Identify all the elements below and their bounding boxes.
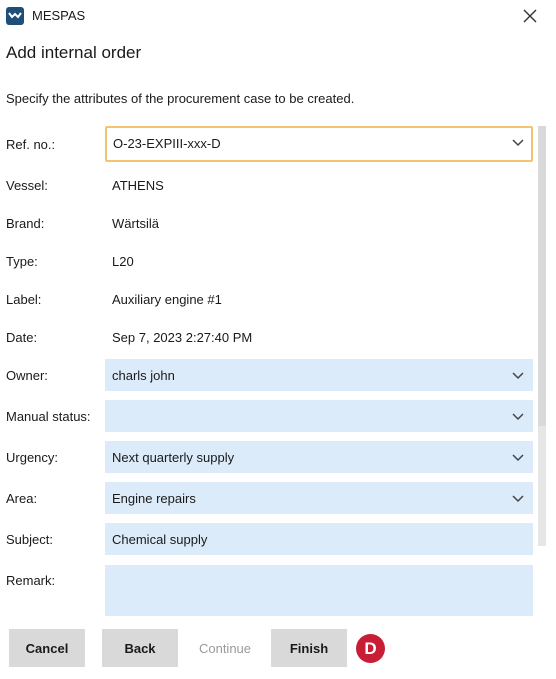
app-name: MESPAS xyxy=(32,8,86,23)
annotation-badge: D xyxy=(356,634,385,663)
ref-no-dropdown[interactable]: O-23-EXPIII-xxx-D xyxy=(105,126,533,162)
back-button[interactable]: Back xyxy=(102,629,178,667)
subject-value: Chemical supply xyxy=(112,532,208,547)
date-row: Date: Sep 7, 2023 2:27:40 PM xyxy=(0,330,536,350)
brand-value: Wärtsilä xyxy=(112,216,159,231)
date-value: Sep 7, 2023 2:27:40 PM xyxy=(112,330,253,345)
close-button[interactable] xyxy=(518,4,542,28)
brand-row: Brand: Wärtsilä xyxy=(0,216,536,236)
vessel-row: Vessel: ATHENS xyxy=(0,178,536,198)
subject-input[interactable]: Chemical supply xyxy=(105,523,533,555)
close-icon xyxy=(523,9,537,23)
manual-status-row: Manual status: xyxy=(0,400,536,432)
scrollbar-thumb[interactable] xyxy=(538,126,546,426)
date-label: Date: xyxy=(6,330,38,345)
label-value: Auxiliary engine #1 xyxy=(112,292,222,307)
urgency-value: Next quarterly supply xyxy=(112,450,235,465)
chevron-down-icon xyxy=(512,372,524,380)
label-row: Label: Auxiliary engine #1 xyxy=(0,292,536,312)
subject-label: Subject: xyxy=(6,532,53,547)
remark-textarea[interactable] xyxy=(105,565,533,616)
remark-row: Remark: xyxy=(0,565,536,617)
urgency-row: Urgency: Next quarterly supply xyxy=(0,441,536,473)
dialog-title: Add internal order xyxy=(6,43,142,62)
area-dropdown[interactable]: Engine repairs xyxy=(105,482,533,514)
manual-status-label: Manual status: xyxy=(6,409,91,424)
chevron-down-icon xyxy=(512,454,524,462)
urgency-dropdown[interactable]: Next quarterly supply xyxy=(105,441,533,473)
chevron-down-icon xyxy=(512,495,524,503)
label-label: Label: xyxy=(6,292,42,307)
subject-row: Subject: Chemical supply xyxy=(0,523,536,555)
cancel-button[interactable]: Cancel xyxy=(9,629,85,667)
vessel-label: Vessel: xyxy=(6,178,48,193)
form-scrollbar[interactable] xyxy=(538,126,546,546)
owner-dropdown[interactable]: charls john xyxy=(105,359,533,391)
ref-no-value: O-23-EXPIII-xxx-D xyxy=(113,136,221,151)
brand-label: Brand: xyxy=(6,216,45,231)
manual-status-dropdown[interactable] xyxy=(105,400,533,432)
owner-row: Owner: charls john xyxy=(0,359,536,391)
finish-button[interactable]: Finish xyxy=(271,629,347,667)
area-value: Engine repairs xyxy=(112,491,196,506)
ref-no-label: Ref. no.: xyxy=(6,137,56,152)
type-value: L20 xyxy=(112,254,134,269)
area-label: Area: xyxy=(6,491,38,506)
ref-no-row: Ref. no.: O-23-EXPIII-xxx-D xyxy=(0,126,536,162)
type-label: Type: xyxy=(6,254,38,269)
continue-button: Continue xyxy=(187,629,263,667)
owner-label: Owner: xyxy=(6,368,48,383)
type-row: Type: L20 xyxy=(0,254,536,274)
dialog-description: Specify the attributes of the procuremen… xyxy=(6,91,355,106)
chevron-down-icon xyxy=(512,413,524,421)
urgency-label: Urgency: xyxy=(6,450,59,465)
owner-value: charls john xyxy=(112,368,175,383)
area-row: Area: Engine repairs xyxy=(0,482,536,514)
mespas-logo-icon xyxy=(6,7,24,25)
chevron-down-icon xyxy=(512,139,524,147)
vessel-value: ATHENS xyxy=(112,178,164,193)
remark-label: Remark: xyxy=(6,573,56,588)
title-bar: MESPAS xyxy=(0,0,556,32)
